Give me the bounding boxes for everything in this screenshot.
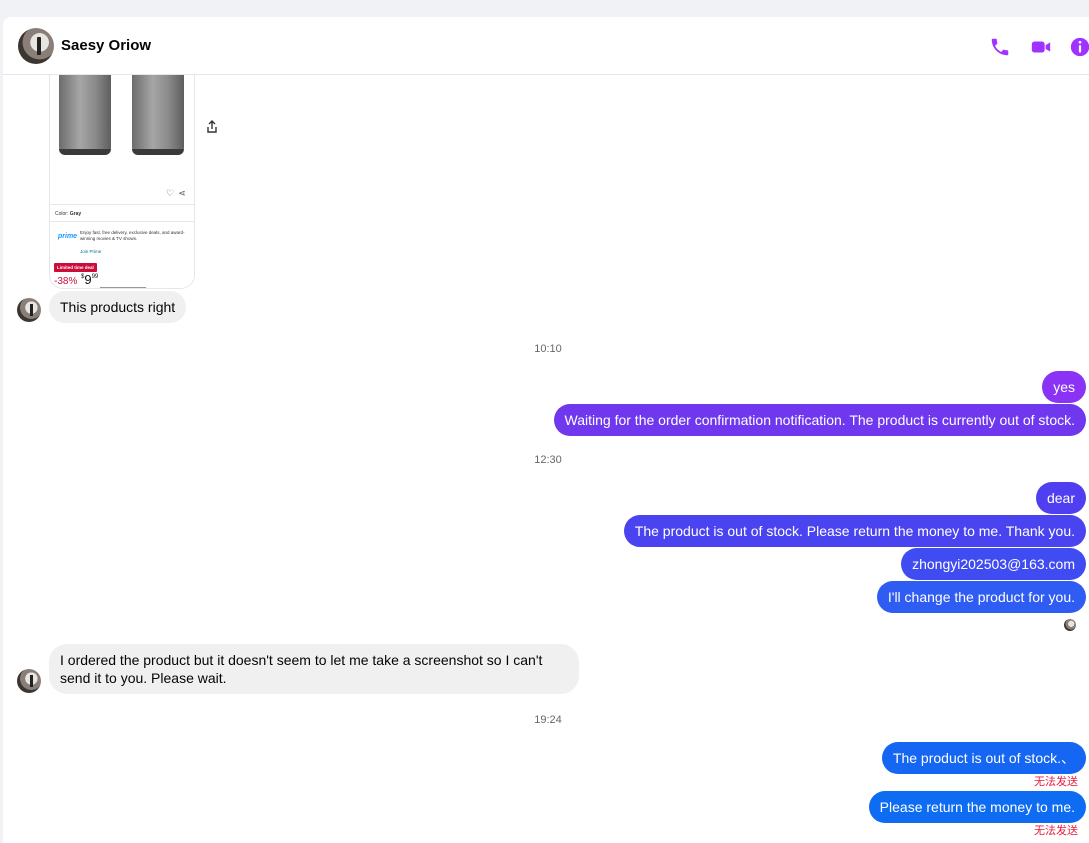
divider bbox=[50, 204, 194, 205]
message-bubble-outgoing[interactable]: The product is out of stock. Please retu… bbox=[623, 515, 1086, 547]
timestamp: 10:10 bbox=[534, 343, 562, 355]
price-underline bbox=[100, 287, 146, 288]
message-list[interactable]: ♡⋖ Color: Gray prime Enjoy fast, free de… bbox=[3, 75, 1089, 843]
message-bubble-outgoing[interactable]: zhongyi202503@163.com bbox=[901, 548, 1086, 580]
timestamp: 19:24 bbox=[534, 714, 562, 726]
contact-name[interactable]: Saesy Oriow bbox=[61, 37, 151, 54]
deal-badge: Limited time deal bbox=[54, 263, 97, 272]
message-bubble-outgoing[interactable]: yes bbox=[1042, 371, 1086, 403]
phone-icon[interactable] bbox=[989, 36, 1011, 58]
color-line: Color: Gray bbox=[55, 211, 82, 217]
share-icon[interactable] bbox=[204, 119, 220, 135]
price-label: $999 bbox=[81, 272, 99, 287]
message-bubble-outgoing[interactable]: I'll change the product for you. bbox=[876, 581, 1086, 613]
contact-avatar[interactable] bbox=[18, 28, 54, 64]
divider bbox=[50, 221, 194, 222]
contact-avatar[interactable] bbox=[17, 298, 41, 322]
product-image-attachment[interactable]: ♡⋖ Color: Gray prime Enjoy fast, free de… bbox=[49, 75, 195, 289]
info-icon[interactable] bbox=[1069, 36, 1089, 58]
heart-share-icon: ♡⋖ bbox=[166, 188, 190, 198]
video-camera-icon[interactable] bbox=[1030, 36, 1052, 58]
message-bubble-incoming[interactable]: I ordered the product but it doesn't see… bbox=[49, 644, 579, 694]
message-bubble-outgoing-failed[interactable]: The product is out of stock.、 bbox=[881, 742, 1086, 774]
message-bubble-outgoing[interactable]: dear bbox=[1035, 482, 1086, 514]
prime-text: Enjoy fast, free delivery, exclusive dea… bbox=[80, 230, 185, 241]
read-receipt-avatar bbox=[1064, 619, 1076, 631]
message-bubble-outgoing[interactable]: Waiting for the order confirmation notif… bbox=[553, 404, 1086, 436]
product-bottle-image bbox=[132, 75, 184, 155]
prime-logo: prime bbox=[58, 233, 78, 240]
message-bubble-incoming[interactable]: This products right bbox=[49, 291, 187, 323]
timestamp: 12:30 bbox=[534, 454, 562, 466]
contact-avatar[interactable] bbox=[17, 669, 41, 693]
send-failed-label: 无法发送 bbox=[1034, 825, 1078, 837]
discount-label: -38% bbox=[54, 276, 78, 287]
send-failed-label: 无法发送 bbox=[1034, 776, 1078, 788]
product-bottle-image bbox=[59, 75, 111, 155]
prime-join-link: Join Prime bbox=[80, 249, 102, 254]
chat-window: Saesy Oriow ♡⋖ Color: Gray prime Enjoy f… bbox=[3, 17, 1089, 843]
chat-header: Saesy Oriow bbox=[3, 17, 1089, 75]
message-bubble-outgoing-failed[interactable]: Please return the money to me. bbox=[868, 791, 1086, 823]
